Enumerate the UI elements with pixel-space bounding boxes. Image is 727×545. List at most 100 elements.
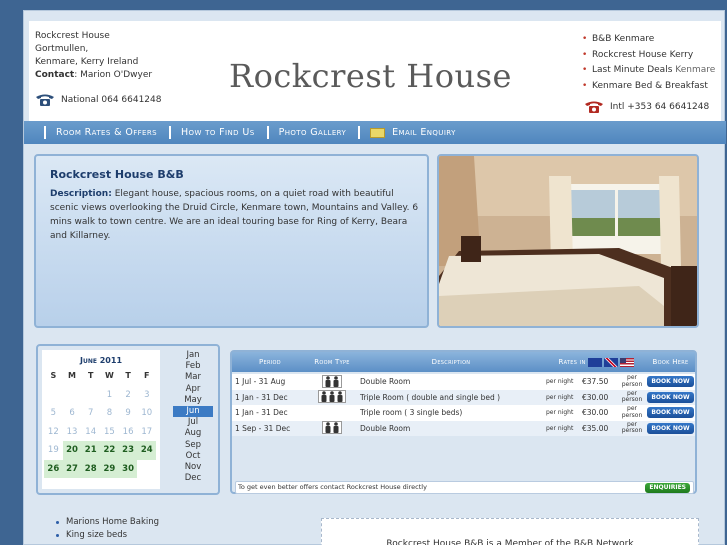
col-description: Description (431, 358, 471, 366)
calendar-day[interactable]: 10 (137, 404, 156, 423)
header-link-kenmare-bb[interactable]: Kenmare Bed & Breakfast (582, 79, 715, 95)
calendar-day[interactable]: 20 (62, 441, 82, 460)
calendar-day[interactable]: 2 (119, 386, 138, 405)
rate-basis: per night (546, 378, 574, 386)
description-text: Description: Elegant house, spacious roo… (50, 189, 419, 241)
month-feb[interactable]: Feb (173, 361, 213, 372)
rate-unit: per person (621, 390, 643, 404)
address-line: Kenmare, Kerry Ireland (35, 57, 139, 67)
month-jul[interactable]: Jul (173, 417, 213, 428)
bedroom-image (439, 156, 697, 326)
rate-price: €35.00 (582, 423, 609, 433)
nav-separator (266, 126, 269, 139)
network-notice: Rockcrest House B&B is a Member of the B… (321, 518, 699, 545)
calendar-day[interactable]: 1 (100, 386, 119, 405)
calendar-day[interactable]: 14 (81, 423, 100, 442)
header-link-bb-kenmare[interactable]: B&B Kenmare (582, 32, 715, 48)
calendar-day[interactable]: 13 (63, 423, 82, 442)
calendar-day[interactable]: 29 (100, 459, 119, 478)
site-logo[interactable]: Rockcrest House (229, 57, 512, 95)
calendar-day[interactable]: 24 (137, 441, 157, 460)
rate-period: 1 Jan - 31 Dec (235, 392, 288, 402)
calendar-day[interactable]: 17 (137, 423, 156, 442)
contact-name: Marion O'Dwyer (80, 70, 153, 80)
nav-find-us[interactable]: How to Find Us (181, 127, 255, 138)
room-type-icon (308, 374, 356, 389)
nav-separator (358, 126, 361, 139)
calendar-day[interactable]: 23 (118, 441, 138, 460)
calendar-day[interactable]: 3 (137, 386, 156, 405)
calendar-day[interactable]: 22 (100, 441, 119, 460)
rate-unit: per person (621, 375, 643, 388)
calendar-empty (81, 386, 100, 405)
uk-flag-icon[interactable] (603, 357, 618, 367)
rate-description: Triple Room ( double and single bed ) (360, 392, 501, 402)
book-cell: BOOK NOW (646, 376, 695, 388)
book-now-button[interactable]: BOOK NOW (647, 376, 694, 388)
intl-phone: Intl +353 64 6641248 (584, 101, 709, 113)
national-phone-text: National 064 6641248 (61, 95, 162, 105)
calendar-day[interactable]: 8 (100, 404, 119, 423)
weekday-label: F (144, 371, 150, 380)
rate-basis: per night (546, 424, 574, 432)
header-links: B&B Kenmare Rockcrest House Kerry Last M… (582, 32, 715, 94)
month-list: Jan Feb Mar Apr May Jun Jul Aug Sep Oct Nov Dec (173, 350, 213, 484)
rate-unit: per person (621, 421, 643, 435)
page-container: Rockcrest House Gortmullen, Kenmare, Ker… (23, 10, 726, 545)
rate-basis: per night (546, 393, 574, 401)
calendar-day[interactable]: 30 (118, 459, 138, 478)
calendar-day[interactable]: 12 (44, 423, 63, 442)
month-jun[interactable]: Jun (173, 406, 213, 418)
calendar-day[interactable]: 5 (44, 404, 63, 423)
weekday-label: M (68, 371, 77, 380)
calendar-day[interactable]: 27 (62, 459, 82, 478)
header-link-rockcrest-kerry[interactable]: Rockcrest House Kerry (582, 48, 715, 64)
calendar-day[interactable]: 19 (44, 441, 63, 460)
us-flag-icon[interactable] (619, 357, 634, 367)
month-sep[interactable]: Sep (173, 440, 213, 451)
calendar-day[interactable]: 9 (119, 404, 138, 423)
table-row: 1 Jan - 31 Dec Triple Room ( double and s… (232, 389, 695, 405)
enquiries-button[interactable]: ENQUIRIES (645, 483, 690, 493)
month-mar[interactable]: Mar (173, 372, 213, 383)
calendar-day[interactable]: 15 (100, 423, 119, 442)
rate-period: 1 Jan - 31 Dec (235, 408, 288, 418)
nav-photo-gallery[interactable]: Photo Gallery (279, 127, 347, 138)
eu-flag-icon[interactable] (587, 357, 602, 367)
address-line: Gortmullen, (35, 44, 89, 54)
book-cell: BOOK NOW (646, 391, 695, 403)
month-nov[interactable]: Nov (173, 462, 213, 473)
national-phone: National 064 6641248 (35, 94, 162, 106)
calendar-day[interactable]: 28 (81, 459, 101, 478)
intl-phone-text: Intl +353 64 6641248 (610, 102, 710, 112)
calendar-day[interactable]: 16 (119, 423, 138, 442)
month-oct[interactable]: Oct (173, 451, 213, 462)
rates-footer: To get even better offers contact Rockcr… (235, 481, 694, 494)
calendar-day[interactable]: 7 (81, 404, 100, 423)
rate-description: Double Room (360, 423, 411, 433)
contact-label: Contact (35, 70, 75, 80)
book-now-button[interactable]: BOOK NOW (647, 407, 694, 419)
header-link-last-minute[interactable]: Last Minute Deals Kenmare (582, 63, 715, 79)
nav-room-rates[interactable]: Room Rates & Offers (56, 127, 157, 138)
calendar-day[interactable]: 21 (81, 441, 101, 460)
book-cell: BOOK NOW (646, 422, 695, 434)
book-now-button[interactable]: BOOK NOW (647, 422, 694, 434)
description-title: Rockcrest House B&B (50, 168, 184, 181)
phone-icon (585, 101, 603, 113)
month-jan[interactable]: Jan (173, 350, 213, 361)
envelope-icon (370, 127, 386, 138)
book-now-button[interactable]: BOOK NOW (647, 391, 694, 403)
rate-price: €37.50 (582, 377, 609, 387)
month-apr[interactable]: Apr (173, 384, 213, 395)
month-may[interactable]: May (173, 395, 213, 406)
calendar-day[interactable]: 6 (63, 404, 82, 423)
col-rates: Rates in (546, 357, 646, 367)
nav-email-enquiry[interactable]: Email Enquiry (392, 127, 456, 138)
calendar-empty (44, 386, 63, 405)
calendar-day[interactable]: 26 (44, 459, 63, 478)
month-aug[interactable]: Aug (173, 428, 213, 439)
month-dec[interactable]: Dec (173, 473, 213, 484)
features-list: Marions Home Baking King size beds (54, 516, 159, 541)
rate-description: Triple room ( 3 single beds) (360, 408, 463, 418)
